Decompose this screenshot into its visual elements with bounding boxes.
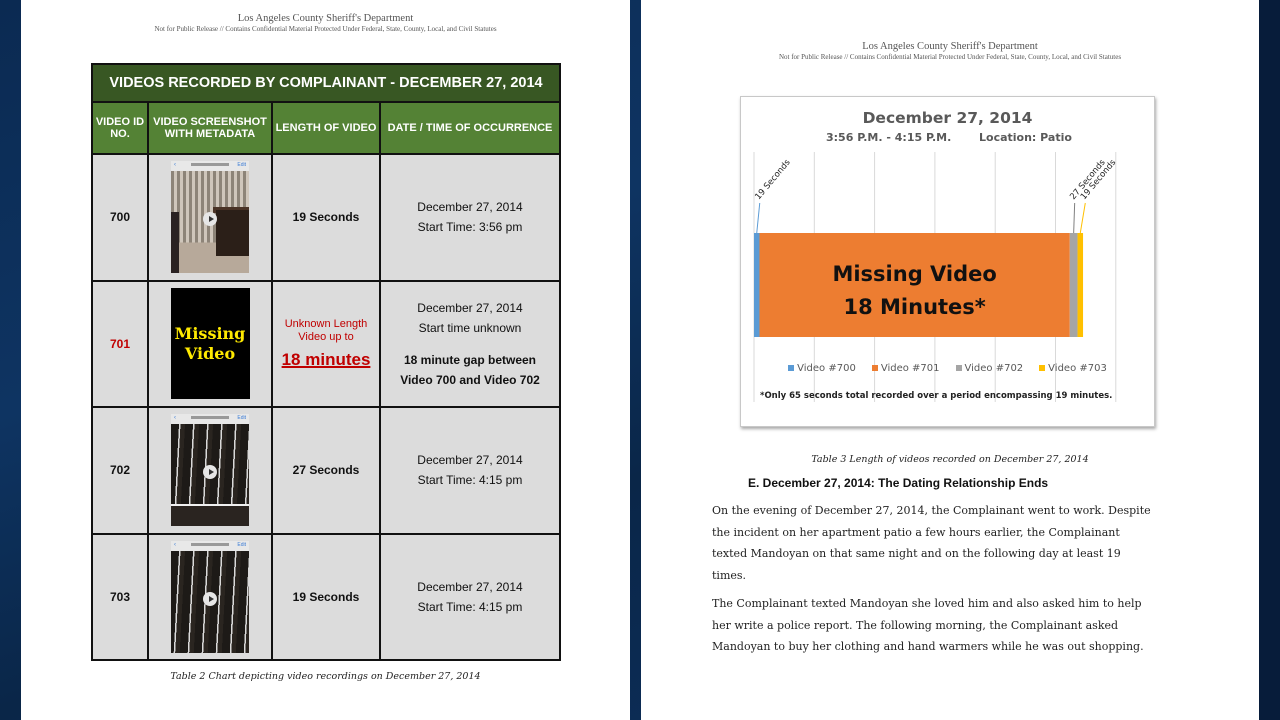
paragraph: The Complainant texted Mandoyan she love… bbox=[712, 593, 1192, 658]
text-line: times. bbox=[712, 568, 747, 582]
date-cell: December 27, 2014 Start Time: 4:15 pm bbox=[379, 406, 561, 535]
date: December 27, 2014 bbox=[417, 200, 523, 215]
metadata-bar: ‹ Edit bbox=[171, 414, 249, 425]
section-heading: E. December 27, 2014: The Dating Relatio… bbox=[748, 476, 1049, 490]
video-thumbnail[interactable]: ‹ Edit bbox=[171, 161, 249, 274]
missing-label-line1: Missing bbox=[174, 323, 246, 343]
start-time: Start Time: 3:56 pm bbox=[417, 220, 523, 235]
table-caption: Table 2 Chart depicting video recordings… bbox=[170, 671, 481, 682]
table-title: VIDEOS RECORDED BY COMPLAINANT - DECEMBE… bbox=[91, 63, 561, 103]
legend-swatch bbox=[871, 365, 878, 371]
video-id: 703 bbox=[91, 532, 149, 661]
legend-label: Video #702 bbox=[964, 363, 1024, 374]
text-line: Mandoyan to buy her clothing and hand wa… bbox=[712, 640, 1144, 653]
text-line: On the evening of December 27, 2014, the… bbox=[712, 504, 1151, 517]
data-label: 19 Seconds bbox=[753, 157, 793, 202]
thumbnail-cell: Missing Video bbox=[147, 279, 273, 408]
confidential-notice: Not for Public Release // Contains Confi… bbox=[778, 53, 1122, 61]
date-cell: December 27, 2014 Start Time: 4:15 pm bbox=[379, 532, 561, 661]
bar-segment-702 bbox=[1069, 233, 1078, 337]
video-length: 18 minutes bbox=[281, 349, 371, 369]
legend-label: Video #703 bbox=[1048, 363, 1107, 374]
legend-item: Video #702 bbox=[955, 363, 1024, 374]
confidential-notice: Not for Public Release // Contains Confi… bbox=[154, 25, 497, 33]
video-id: 702 bbox=[91, 406, 149, 535]
missing-label-line2: Video bbox=[184, 343, 236, 363]
video-length: 19 Seconds bbox=[271, 153, 381, 282]
table-row: 700 ‹ Edit 19 Seconds December 27, 2014 S… bbox=[91, 153, 561, 282]
thumbnail-cell: ‹ Edit bbox=[147, 153, 273, 282]
document-page-left: Los Angeles County Sheriff's Department … bbox=[21, 0, 630, 720]
metadata-bar: ‹ Edit bbox=[171, 540, 249, 551]
date-cell: December 27, 2014 Start Time: 3:56 pm bbox=[379, 153, 561, 282]
start-time: Start time unknown bbox=[418, 320, 522, 335]
legend-swatch bbox=[955, 365, 962, 371]
chart-subtitle-location: Location: Patio bbox=[979, 131, 1072, 144]
column-header-id: VIDEO ID NO. bbox=[91, 101, 149, 155]
chart-legend: Video #700 Video #701 Video #702 Video #… bbox=[741, 363, 1154, 374]
gap-note: Video 700 and Video 702 bbox=[400, 372, 540, 387]
page-header: Los Angeles County Sheriff's Department … bbox=[21, 13, 630, 34]
length-note: Video up to bbox=[298, 330, 354, 343]
callout-line bbox=[1079, 202, 1086, 234]
play-icon[interactable] bbox=[203, 591, 217, 606]
date: December 27, 2014 bbox=[417, 300, 523, 315]
callout-line bbox=[756, 202, 761, 234]
bar-segment-703 bbox=[1077, 233, 1084, 337]
chart-plot: Missing Video18 Minutes*19 Seconds 27 Sec… bbox=[753, 152, 1119, 402]
start-time: Start Time: 4:15 pm bbox=[417, 473, 523, 488]
date: December 27, 2014 bbox=[417, 579, 523, 594]
column-header-screenshot: VIDEO SCREENSHOT WITH METADATA bbox=[147, 101, 273, 155]
legend-swatch bbox=[788, 365, 795, 371]
metadata-bar: ‹ Edit bbox=[171, 161, 249, 172]
agency-name: Los Angeles County Sheriff's Department bbox=[862, 41, 1038, 52]
column-header-date: DATE / TIME OF OCCURRENCE bbox=[379, 101, 561, 155]
video-length: 27 Seconds bbox=[271, 406, 381, 535]
table-row: 703 ‹ Edit 19 Seconds December 27, 2014 S… bbox=[91, 532, 561, 661]
chart-caption: Table 3 Length of videos recorded on Dec… bbox=[811, 454, 1089, 465]
chart-title: December 27, 2014 bbox=[862, 109, 1033, 127]
bar-segment-700 bbox=[754, 233, 760, 337]
date-cell: December 27, 2014 Start time unknown 18 … bbox=[379, 279, 561, 408]
date: December 27, 2014 bbox=[417, 453, 523, 468]
thumbnail-cell: ‹ Edit bbox=[147, 406, 273, 535]
legend-item: Video #701 bbox=[871, 363, 940, 374]
video-id: 700 bbox=[91, 153, 149, 282]
legend-swatch bbox=[1039, 365, 1046, 371]
videos-table: VIDEOS RECORDED BY COMPLAINANT - DECEMBE… bbox=[91, 63, 561, 661]
paragraph: On the evening of December 27, 2014, the… bbox=[712, 500, 1192, 586]
bar-inner-label: 18 Minutes* bbox=[843, 295, 985, 319]
gap-note: 18 minute gap between bbox=[403, 352, 537, 367]
text-line: the incident on her apartment patio a fe… bbox=[712, 525, 1120, 539]
thumbnail-cell: ‹ Edit bbox=[147, 532, 273, 661]
callout-line bbox=[1073, 202, 1076, 234]
video-length-chart: Missing Video 18 Minutes* 19 Seconds 27 Sec… bbox=[740, 96, 1155, 427]
video-thumbnail[interactable]: ‹ Edit bbox=[171, 414, 249, 527]
column-header-length: LENGTH OF VIDEO bbox=[271, 101, 381, 155]
chart-footnote: *Only 65 seconds total recorded over a p… bbox=[760, 391, 1113, 401]
start-time: Start Time: 4:15 pm bbox=[417, 599, 523, 614]
length-cell: Unknown Length Video up to 18 minutes bbox=[271, 279, 381, 408]
legend-label: Video #701 bbox=[880, 363, 940, 374]
bar-inner-label: Missing Video bbox=[832, 262, 996, 286]
chart-subtitle-time: 3:56 P.M. - 4:15 P.M. bbox=[826, 131, 952, 144]
background-edge bbox=[1259, 0, 1280, 720]
text-line: The Complainant texted Mandoyan she love… bbox=[712, 597, 1142, 610]
legend-item: Video #703 bbox=[1039, 363, 1107, 374]
agency-name: Los Angeles County Sheriff's Department bbox=[237, 13, 414, 24]
page-header: Los Angeles County Sheriff's Department … bbox=[641, 41, 1259, 62]
text-line: her write a police report. The following… bbox=[712, 618, 1119, 632]
legend-label: Video #700 bbox=[797, 363, 856, 374]
video-length: 19 Seconds bbox=[271, 532, 381, 661]
table-row: 701 Missing Video Unknown Length Video u… bbox=[91, 279, 561, 408]
document-page-right: Los Angeles County Sheriff's Department … bbox=[641, 0, 1259, 720]
length-note: Unknown Length bbox=[284, 317, 368, 330]
table-row: 702 ‹ Edit 27 Seconds December 27, 2014 S… bbox=[91, 406, 561, 535]
video-id: 701 bbox=[91, 279, 149, 408]
video-thumbnail[interactable]: ‹ Edit bbox=[171, 540, 249, 653]
legend-item: Video #700 bbox=[788, 363, 856, 374]
text-line: texted Mandoyan on that same night and o… bbox=[712, 547, 1121, 560]
missing-video-placeholder: Missing Video bbox=[170, 288, 250, 400]
